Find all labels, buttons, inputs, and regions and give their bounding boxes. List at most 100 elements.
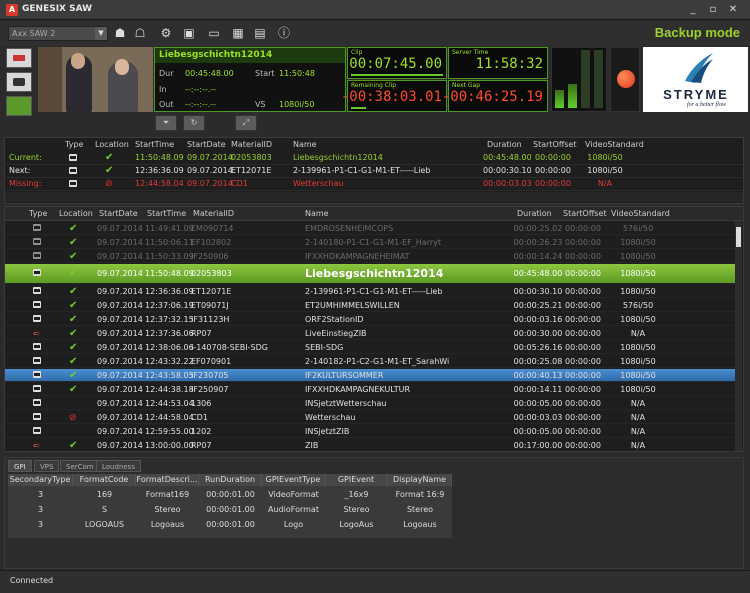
window-title: GENESIX SAW	[22, 4, 93, 14]
playlist-row[interactable]: ✔ 09.07.2014 11:50:06.11 EF102802 2-140180-P…	[5, 236, 735, 249]
col-header[interactable]: StartTime	[135, 138, 174, 151]
tab-loudness[interactable]: Loudness	[96, 460, 141, 472]
grid-icon[interactable]: ▦	[230, 25, 246, 41]
gpi-row[interactable]: 3 169 Format169 00:00:01.00 VideoFormat _16x9…	[8, 488, 452, 502]
col-header[interactable]: DisplayName	[388, 474, 452, 486]
reload-button[interactable]: ↻	[183, 115, 205, 131]
col-header[interactable]: StartDate	[187, 138, 226, 151]
save-icon[interactable]: ▣	[181, 25, 197, 41]
meter-channel	[568, 84, 577, 108]
col-header[interactable]: SecondaryType	[8, 474, 73, 486]
transport-buttons: ⏷ ↻ ⤢	[155, 115, 265, 133]
gpi-row[interactable]: 3 LOGOAUS Logoaus 00:00:01.00 Logo LogoAus Log…	[8, 518, 452, 532]
col-header[interactable]: StartOffset	[533, 138, 577, 151]
playlist-header: Type Location StartDate StartTime Materi…	[5, 207, 743, 221]
record-button[interactable]	[610, 47, 640, 112]
check-icon: ✔	[69, 440, 78, 451]
playlist-row[interactable]: ⊘ 09.07.2014 12:44:58.04 CD1 Wetterschau 00:0…	[5, 411, 735, 424]
vs-cell: 576i/50	[622, 301, 654, 310]
tape-icon	[33, 357, 41, 364]
location-cell: ✔	[69, 439, 78, 451]
tab-vps[interactable]: VPS	[34, 460, 60, 472]
playlist-row[interactable]: ✔ 09.07.2014 12:43:58.05 IF230705 IF2KULTURS…	[5, 369, 735, 382]
col-header[interactable]: MaterialID	[231, 138, 272, 151]
record-deck-button[interactable]	[6, 48, 32, 68]
playlist-row[interactable]: ✔ 09.07.2014 11:50:33.09 IF250906 IFXXHDKAMP…	[5, 250, 735, 263]
playlist-row[interactable]: 09.07.2014 12:59:55.00 1202 INSjetztZIB 00:0…	[5, 425, 735, 438]
status-row[interactable]: Next: ✔ 12:36:36.09 09.07.2014 ET12071E 2-139…	[5, 165, 743, 178]
playlist-row[interactable]: ✔ 09.07.2014 12:43:32.22 EF070901 2-140182-P…	[5, 355, 735, 368]
col-header[interactable]: VideoStandard	[585, 138, 644, 151]
name-cell: INSjetztWetterschau	[305, 399, 387, 408]
tab-gpi[interactable]: GPI	[8, 460, 32, 472]
maximize-button[interactable]: ▫	[704, 3, 722, 17]
info-icon[interactable]: ⓘ	[276, 25, 292, 41]
playlist-row[interactable]: ✔ 09.07.2014 11:49:41.09 EM090714 EMDROSENHE…	[5, 222, 735, 235]
status-table-scrollbar[interactable]	[5, 192, 743, 202]
status-bar: Connected	[0, 570, 750, 593]
gear-icon[interactable]: ⚙	[158, 25, 174, 41]
playlist-row[interactable]: ✔ 09.07.2014 12:36:36.09 ET12071E 2-139961-P…	[5, 285, 735, 298]
col-header[interactable]: Name	[305, 207, 329, 220]
monitor-icon[interactable]: ▭	[206, 25, 222, 41]
date-cell: 09.07.2014	[97, 252, 143, 261]
mid-cell: ET09071J	[191, 301, 229, 310]
list-icon[interactable]: ▤	[252, 25, 268, 41]
name-cell: ZIB	[305, 441, 319, 450]
tab-sercom[interactable]: SerCom	[60, 460, 100, 472]
tape-eject-icon[interactable]: ☖	[132, 25, 148, 41]
playlist-row[interactable]: ✔ 09.07.2014 11:50:48.09 02053803 Liebesgsch…	[5, 264, 735, 284]
col-header[interactable]: GPIEvent	[325, 474, 388, 486]
skip-button[interactable]: ⏷	[155, 115, 177, 131]
playlist-row[interactable]: ⇐ ✔ 09.07.2014 13:00:00.00 RP07 ZIB 00:17:00.0…	[5, 439, 735, 451]
col-header[interactable]: StartTime	[147, 207, 186, 220]
expand-button[interactable]: ⤢	[235, 115, 257, 131]
tape-icon	[69, 167, 77, 174]
type-cell	[69, 152, 77, 164]
backup-mode-label: Backup mode	[654, 25, 740, 40]
status-row[interactable]: Missing: ⊘ 12:44:58.04 09.07.2014 CD1 Wetters…	[5, 178, 743, 191]
check-icon: ✔	[69, 356, 78, 367]
col-header[interactable]: Duration	[517, 207, 552, 220]
playlist-scrollbar[interactable]	[735, 221, 742, 451]
playlist-row[interactable]: ✔ 09.07.2014 12:37:32.15 IF31123H ORF2Statio…	[5, 313, 735, 326]
channel-select[interactable]: Axx SAW 2 ▼	[8, 26, 108, 41]
col-header[interactable]: GPIEventType	[262, 474, 325, 486]
name-cell: 2-140180-P1-C1-G1-M1-EF_Harryt	[305, 238, 441, 247]
in-value: --:--:--.--	[185, 85, 217, 94]
status-row[interactable]: Current: ✔ 11:50:48.09 09.07.2014 02053803 Li…	[5, 152, 743, 165]
minimize-button[interactable]: _	[684, 3, 702, 17]
col-header[interactable]: Name	[293, 138, 317, 151]
playlist-row[interactable]: ✔ 09.07.2014 12:37:06.19 ET09071J ET2UMHIMME…	[5, 299, 735, 312]
col-header[interactable]: StartOffset	[563, 207, 607, 220]
col-header[interactable]: FormatCode	[73, 474, 136, 486]
type-cell: ⇐	[33, 327, 40, 340]
col-header[interactable]: Location	[59, 207, 93, 220]
col-header[interactable]: RunDuration	[199, 474, 262, 486]
col-header[interactable]: Type	[65, 138, 83, 151]
gpi-cell: 169	[96, 490, 113, 499]
col-header[interactable]: VideoStandard	[611, 207, 670, 220]
playlist-row[interactable]: ⇐ ✔ 09.07.2014 12:37:36.06 RP07 LiveEinstiegZ…	[5, 327, 735, 340]
active-channel-button[interactable]	[6, 96, 32, 116]
col-header[interactable]: Duration	[487, 138, 522, 151]
col-header[interactable]: StartDate	[99, 207, 138, 220]
col-header[interactable]: FormatDescri...	[136, 474, 199, 486]
offset-cell: 00:00:00	[535, 166, 571, 175]
gpi-row[interactable]: 3 S Stereo 00:00:01.00 AudioFormat Stereo Ster…	[8, 503, 452, 517]
name-cell: ET2UMHIMMELSWILLEN	[305, 301, 400, 310]
col-header[interactable]: MaterialID	[193, 207, 234, 220]
mid-cell: IF250906	[191, 252, 229, 261]
type-cell	[33, 236, 41, 249]
playlist-row[interactable]: 09.07.2014 12:44:53.04 1306 INSjetztWetters…	[5, 397, 735, 410]
col-header[interactable]: Type	[29, 207, 47, 220]
tape-deck-icon[interactable]: ☗	[112, 25, 128, 41]
mid-cell: IF250907	[191, 385, 229, 394]
scrollbar-thumb[interactable]	[736, 227, 741, 247]
deck-button[interactable]	[6, 72, 32, 92]
col-header[interactable]: Location	[95, 138, 129, 151]
playlist-row[interactable]: ✔ 09.07.2014 12:38:06.06 I-140708-SEBI-SDG S…	[5, 341, 735, 354]
playlist-row[interactable]: ✔ 09.07.2014 12:44:38.18 IF250907 IFXXHDKAMP…	[5, 383, 735, 396]
close-button[interactable]: ✕	[724, 3, 742, 17]
off-cell: 00:00:00	[565, 224, 601, 233]
